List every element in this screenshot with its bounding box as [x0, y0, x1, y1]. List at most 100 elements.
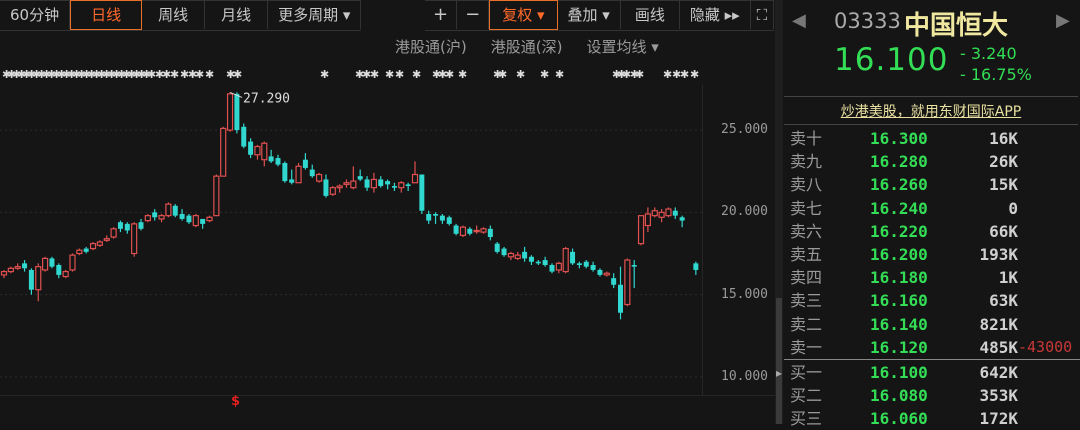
candle[interactable]: [501, 246, 507, 257]
candle[interactable]: [83, 246, 89, 254]
hide-button[interactable]: 隐藏 ▸▸: [679, 0, 751, 29]
period-more-dropdown[interactable]: 更多周期 ▾: [268, 0, 362, 29]
period-60min[interactable]: 60分钟: [0, 0, 71, 29]
candle[interactable]: [275, 154, 281, 167]
event-star-icon[interactable]: ✱: [635, 68, 644, 80]
candle[interactable]: [693, 261, 699, 275]
candle[interactable]: [248, 138, 254, 159]
candle[interactable]: [473, 225, 480, 234]
event-star-icon[interactable]: ✱: [170, 68, 179, 80]
candle[interactable]: [514, 251, 521, 261]
candle[interactable]: [467, 227, 473, 236]
candle[interactable]: [611, 273, 617, 289]
candle[interactable]: [350, 166, 357, 190]
candle[interactable]: [158, 214, 165, 223]
candle[interactable]: [672, 207, 678, 219]
ask-row[interactable]: 卖一 16.120 485K -43000: [784, 336, 1080, 359]
candle[interactable]: [289, 169, 295, 185]
candle[interactable]: [89, 241, 97, 251]
candle[interactable]: [576, 261, 582, 269]
candle[interactable]: [117, 220, 123, 233]
event-star-icon[interactable]: ✱: [370, 68, 379, 80]
period-weekly[interactable]: 周线: [142, 0, 206, 29]
candle[interactable]: [152, 209, 158, 221]
candle[interactable]: [562, 246, 569, 274]
candle[interactable]: [487, 225, 493, 241]
candle[interactable]: [336, 184, 343, 193]
event-star-icon[interactable]: ✱: [320, 68, 329, 80]
candle[interactable]: [583, 260, 589, 269]
ask-row[interactable]: 卖七 16.240 0: [784, 197, 1080, 220]
candle[interactable]: [357, 169, 363, 182]
candle[interactable]: [62, 269, 69, 279]
candle[interactable]: [309, 164, 315, 178]
candle[interactable]: [343, 179, 350, 188]
candle[interactable]: [165, 202, 172, 218]
event-star-icon[interactable]: ✱: [690, 68, 699, 80]
candle[interactable]: [679, 215, 685, 228]
candle[interactable]: [282, 161, 288, 183]
candle[interactable]: [329, 186, 336, 196]
zoom-out-button[interactable]: −: [457, 0, 490, 29]
candle[interactable]: [69, 253, 76, 272]
hk-connect-sz-link[interactable]: 港股通(深): [491, 36, 563, 57]
candle[interactable]: [138, 218, 144, 231]
candle[interactable]: [96, 240, 104, 247]
scrollbar-thumb[interactable]: [776, 298, 782, 424]
candle[interactable]: [234, 92, 240, 134]
candle[interactable]: [603, 271, 610, 277]
ask-row[interactable]: 卖六 16.220 66K: [784, 220, 1080, 243]
ask-row[interactable]: 卖二 16.140 821K: [784, 313, 1080, 336]
event-star-icon[interactable]: ✱: [458, 68, 467, 80]
candle[interactable]: [555, 261, 562, 274]
candle[interactable]: [618, 266, 623, 320]
bid-row[interactable]: 买一 16.100 642K: [784, 361, 1080, 384]
event-star-icon[interactable]: ✱: [540, 68, 549, 80]
candle[interactable]: [459, 225, 467, 238]
prev-stock-icon[interactable]: ◀: [792, 10, 806, 31]
hk-connect-sh-link[interactable]: 港股通(沪): [395, 36, 467, 57]
candle[interactable]: [624, 258, 631, 307]
candle[interactable]: [570, 248, 576, 266]
candle[interactable]: [213, 174, 220, 217]
candle[interactable]: [49, 256, 55, 269]
ask-row[interactable]: 卖四 16.180 1K: [784, 266, 1080, 289]
candle[interactable]: [528, 255, 534, 266]
candle[interactable]: [124, 222, 130, 234]
candle[interactable]: [453, 223, 459, 236]
candle[interactable]: [110, 227, 117, 239]
ask-row[interactable]: 卖九 16.280 26K: [784, 150, 1080, 173]
candle[interactable]: [522, 246, 528, 262]
ask-row[interactable]: 卖八 16.260 15K: [784, 173, 1080, 196]
candle[interactable]: [226, 92, 234, 132]
bid-row[interactable]: 买三 16.060 172K: [784, 407, 1080, 430]
candle[interactable]: [179, 209, 185, 221]
candle[interactable]: [535, 260, 541, 266]
candle[interactable]: [268, 149, 274, 163]
candle[interactable]: [385, 179, 391, 190]
candle[interactable]: [370, 172, 377, 193]
event-star-icon[interactable]: ✱: [385, 68, 394, 80]
candle[interactable]: [391, 182, 397, 191]
candle[interactable]: [144, 214, 151, 223]
candle[interactable]: [364, 176, 370, 191]
bid-row[interactable]: 买二 16.080 353K: [784, 384, 1080, 407]
candle[interactable]: [411, 161, 419, 184]
candle[interactable]: [200, 218, 206, 229]
event-star-icon[interactable]: ✱: [412, 68, 421, 80]
candle[interactable]: [665, 207, 672, 218]
candle[interactable]: [494, 241, 500, 254]
candle[interactable]: [295, 162, 302, 184]
candle[interactable]: [378, 176, 384, 188]
ask-row[interactable]: 卖五 16.200 193K: [784, 243, 1080, 266]
candle[interactable]: [631, 260, 637, 289]
candle[interactable]: [302, 153, 308, 170]
candle[interactable]: [507, 251, 514, 261]
candle[interactable]: [323, 174, 329, 198]
candle[interactable]: [76, 248, 83, 256]
candle[interactable]: [172, 204, 178, 218]
event-star-icon[interactable]: ✱: [205, 68, 214, 80]
candle[interactable]: [439, 214, 445, 224]
candle[interactable]: [35, 263, 42, 302]
candle[interactable]: [597, 268, 603, 277]
